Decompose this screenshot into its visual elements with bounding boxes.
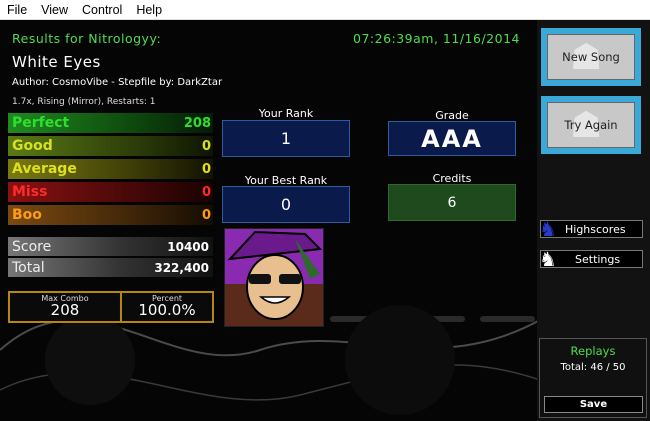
menu-bar: File View Control Help [0,0,650,20]
judge-label: Boo [12,207,42,223]
judge-count: 0 [201,207,211,223]
judge-label: Average [12,161,77,177]
score-label: Score [12,238,52,255]
max-combo-value: 208 [50,301,80,319]
replays-panel: Replays Total: 46 / 50 Save [539,338,647,418]
song-title: White Eyes [12,53,101,71]
grade-value: AAA [388,121,516,156]
save-button[interactable]: Save [544,396,643,413]
highscores-label: Highscores [565,222,626,236]
replays-label: Replays [570,344,616,358]
judge-count: 208 [183,115,211,131]
your-rank-value: 1 [222,120,350,157]
person-icon: ♞ [539,247,557,271]
datetime-label: 07:26:39am, 11/16/2014 [353,31,520,46]
try-again-label: Try Again [564,118,618,132]
author-line: Author: CosmoVibe - Stepfile by: DarkZta… [12,77,223,88]
judge-count: 0 [201,138,211,154]
percent-value: 100.0% [138,301,196,319]
highscores-button[interactable]: ♞ Highscores [539,217,643,241]
replays-total: Total: 46 / 50 [560,362,626,373]
judge-boo: Boo 0 [8,205,213,225]
best-rank-value: 0 [222,186,350,223]
your-rank-label: Your Rank [258,107,314,120]
try-again-button[interactable]: ☗ Try Again [541,96,641,154]
new-song-button[interactable]: ☗ New Song [541,28,641,86]
judge-average: Average 0 [8,159,213,179]
menu-file[interactable]: File [0,3,34,17]
try-again-inner: ☗ Try Again [547,102,635,148]
avatar-image [225,229,323,326]
judge-count: 0 [201,161,211,177]
total-value: 322,400 [154,260,209,275]
score-value: 10400 [167,239,209,254]
judge-perfect: Perfect 208 [8,113,213,133]
settings-button[interactable]: ♞ Settings [539,247,643,271]
menu-control[interactable]: Control [75,3,129,17]
menu-view[interactable]: View [34,3,75,17]
judge-label: Good [12,138,53,154]
score-row: Score 10400 [8,237,213,256]
person-icon: ♞ [539,217,557,241]
judge-label: Miss [12,184,48,200]
judge-count: 0 [201,184,211,200]
combo-percent-panel: Max Combo 208 Percent 100.0% [8,291,214,323]
percent-box: Percent 100.0% [122,293,212,321]
settings-label: Settings [575,252,621,266]
new-song-label: New Song [562,50,620,64]
mods-line: 1.7x, Rising (Mirror), Restarts: 1 [12,97,156,107]
total-label: Total [12,259,45,276]
new-song-inner: ☗ New Song [547,34,635,80]
total-row: Total 322,400 [8,258,213,277]
judge-good: Good 0 [8,136,213,156]
credits-value: 6 [388,184,516,221]
menu-help[interactable]: Help [129,3,169,17]
results-screen: Results for Nitrologyy: 07:26:39am, 11/1… [0,20,650,421]
judge-label: Perfect [12,115,70,131]
judge-miss: Miss 0 [8,182,213,202]
max-combo-box: Max Combo 208 [10,293,122,321]
results-for-label: Results for Nitrologyy: [12,31,162,46]
avatar [224,228,324,327]
